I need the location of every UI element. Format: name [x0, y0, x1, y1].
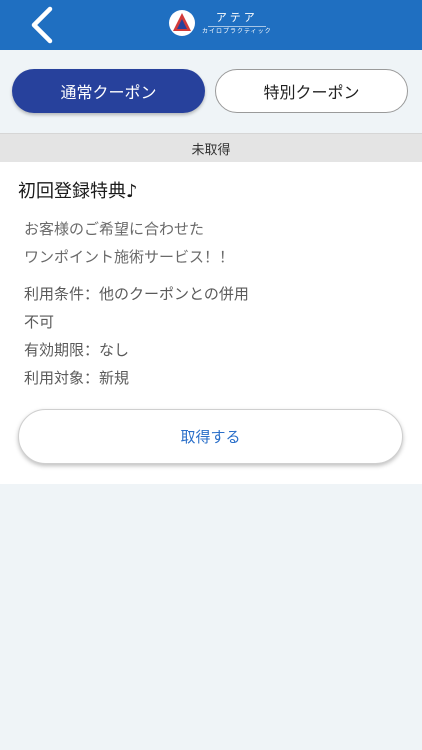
tab-special-coupon[interactable]: 特別クーポン [215, 69, 408, 113]
coupon-description: お客様のご希望に合わせた ワンポイント施術サービス！！ [24, 215, 234, 271]
status-label: 未取得 [0, 133, 422, 162]
back-button[interactable] [22, 4, 62, 46]
logo-subtitle: カイロプラクティック [202, 27, 272, 35]
condition-line: 利用対象：新規 [24, 369, 130, 387]
app-logo: アテア カイロプラクティック [168, 9, 272, 37]
tab-regular-coupon[interactable]: 通常クーポン [12, 69, 205, 113]
logo-title: アテア [215, 10, 258, 24]
condition-line: 有効期限：なし [24, 341, 130, 359]
description-line: お客様のご希望に合わせた [24, 220, 205, 238]
coupon-title: 初回登録特典♪ [18, 181, 138, 202]
coupon-conditions: 利用条件：他のクーポンとの併用 不可 有効期限：なし 利用対象：新規 [24, 280, 249, 392]
coupon-card: 初回登録特典♪ お客様のご希望に合わせた ワンポイント施術サービス！！ 利用条件… [0, 162, 422, 484]
logo-divider [207, 25, 266, 27]
get-coupon-button[interactable]: 取得する [18, 409, 403, 464]
chevron-left-icon [31, 6, 53, 44]
logo-text: アテア カイロプラクティック [202, 11, 272, 36]
coupon-tabs: 通常クーポン 特別クーポン [0, 50, 422, 133]
app-header: アテア カイロプラクティック [0, 0, 422, 50]
logo-mark-icon [169, 10, 195, 36]
condition-line: 利用条件：他のクーポンとの併用 [24, 285, 249, 303]
description-line: ワンポイント施術サービス！！ [24, 248, 235, 266]
empty-area [0, 484, 422, 750]
condition-line: 不可 [24, 313, 55, 331]
